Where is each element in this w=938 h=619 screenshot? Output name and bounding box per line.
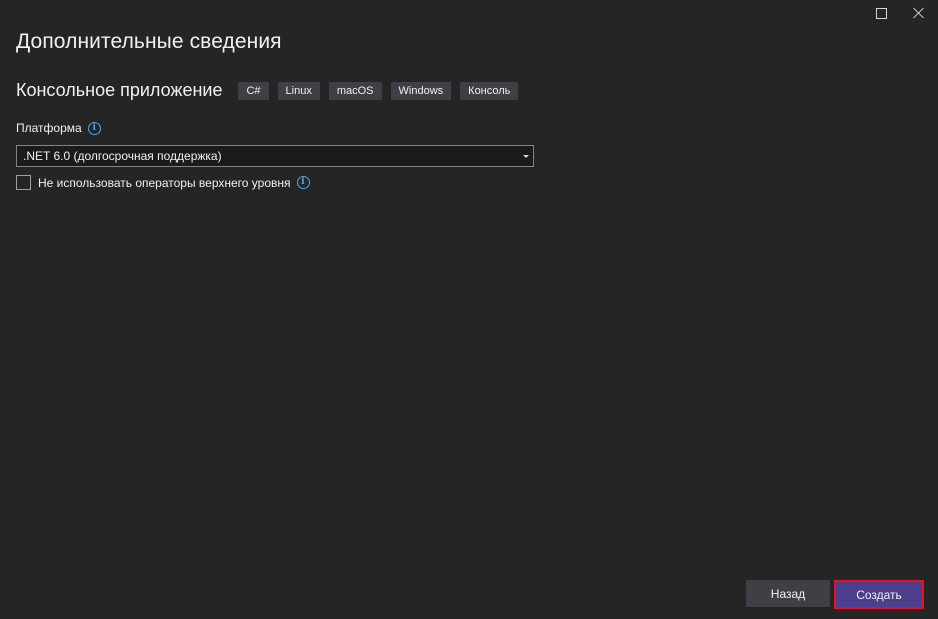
chevron-down-icon [523, 154, 529, 158]
close-button[interactable] [900, 0, 938, 26]
close-icon [913, 7, 925, 19]
platform-select-value: .NET 6.0 (долгосрочная поддержка) [23, 149, 222, 163]
tag-macos: macOS [328, 81, 382, 100]
maximize-icon [875, 7, 887, 19]
tag-csharp: C# [238, 81, 269, 100]
platform-label: Платформа [16, 121, 82, 135]
info-icon[interactable]: i [296, 176, 310, 189]
top-level-statements-label[interactable]: Не использовать операторы верхнего уровн… [38, 176, 291, 190]
maximize-button[interactable] [862, 0, 900, 26]
window-controls [862, 0, 938, 26]
template-name: Консольное приложение [16, 80, 223, 100]
template-header: Консольное приложение C# Linux macOS Win… [16, 80, 527, 101]
tag-console: Консоль [460, 81, 519, 100]
info-icon[interactable]: i [87, 121, 101, 135]
top-level-statements-checkbox[interactable] [16, 175, 31, 190]
top-level-statements-option: Не использовать операторы верхнего уровн… [16, 175, 310, 190]
platform-select[interactable]: .NET 6.0 (долгосрочная поддержка) [16, 145, 534, 167]
back-button[interactable]: Назад [746, 580, 830, 607]
tag-windows: Windows [390, 81, 452, 100]
create-button[interactable]: Создать [834, 580, 924, 609]
platform-label-row: Платформа i [16, 121, 101, 135]
tag-linux: Linux [277, 81, 320, 100]
page-title: Дополнительные сведения [16, 30, 282, 53]
